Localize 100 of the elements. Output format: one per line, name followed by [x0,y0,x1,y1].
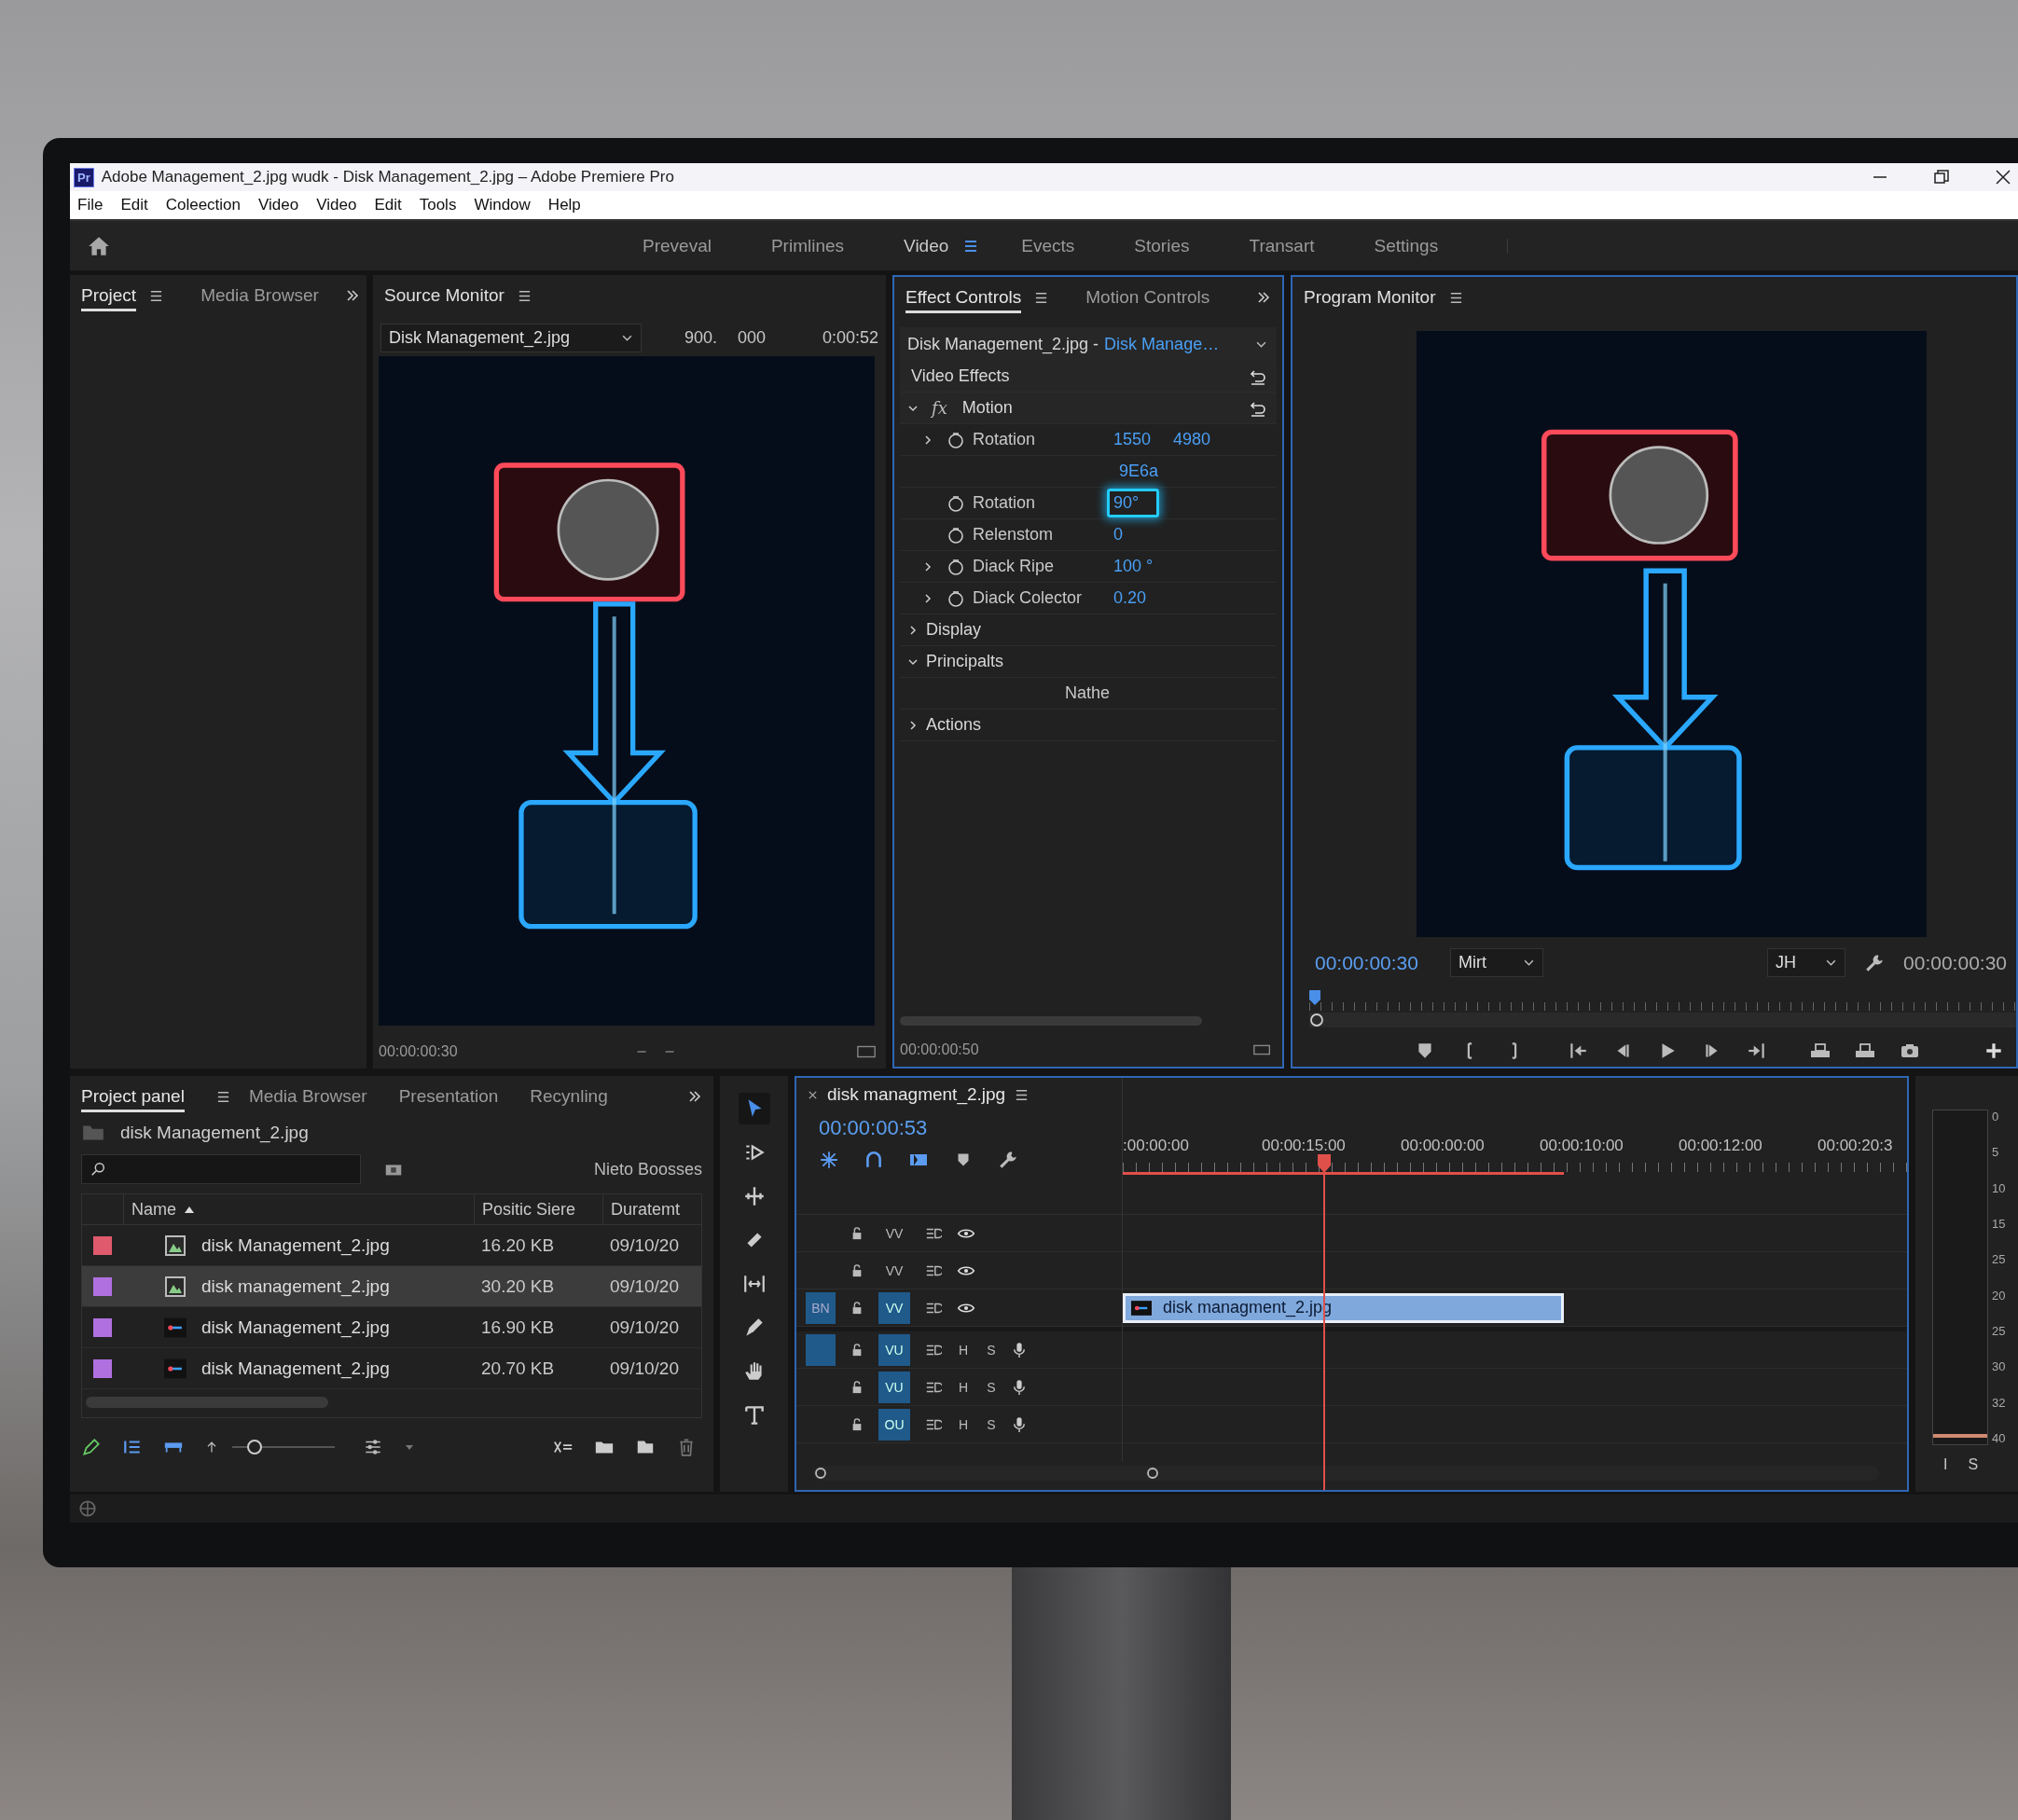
menu-item[interactable]: Window [474,196,531,214]
menu-icon[interactable] [149,288,164,303]
menu-icon[interactable] [215,1089,230,1104]
slider-thumb[interactable] [246,1440,262,1455]
clip-selector[interactable]: Disk Management_2.jpg - Disk Manage… [900,327,1277,361]
lock-icon[interactable] [850,1263,864,1277]
property-value[interactable]: 1550 [1107,425,1159,454]
menu-item[interactable]: Coleection [165,196,242,214]
scroll-handle-icon[interactable] [1145,1466,1160,1481]
chevron-right-icon[interactable] [907,624,919,636]
magnet-icon[interactable] [864,1150,884,1170]
menu-item[interactable]: Video [258,196,299,214]
nest-icon[interactable] [819,1150,839,1170]
wrench-icon[interactable] [1864,952,1886,973]
panel-tab[interactable]: Motion Controls [1085,282,1210,313]
close-icon[interactable] [1994,168,2012,186]
solo-toggle[interactable]: S [985,1416,998,1432]
lock-icon[interactable] [850,1417,864,1431]
chevron-right-icon[interactable] [922,434,933,446]
zoom-dropdown[interactable]: Mirt [1449,948,1543,977]
pencil-icon[interactable] [81,1437,102,1457]
sequence-timecode[interactable]: 00:00:00:53 [796,1111,1122,1145]
workspace-tab[interactable]: Settings [1374,235,1439,256]
double-chevron-icon[interactable] [687,1089,702,1104]
track-target[interactable]: VV [878,1217,910,1249]
sequence-link[interactable]: Disk Manage… [1104,334,1220,354]
panel-tab[interactable]: Presentation [398,1081,499,1112]
stopwatch-icon[interactable] [947,430,965,449]
label-swatch[interactable] [93,1276,112,1296]
track-target[interactable]: VV [878,1291,910,1324]
property-value[interactable]: 0 [1107,520,1159,549]
stopwatch-icon[interactable] [947,493,965,513]
mute-toggle[interactable]: H [957,1416,970,1432]
panel-tab[interactable]: Effect Controls [905,282,1022,313]
menu-icon[interactable] [963,238,979,254]
playhead-timecode[interactable]: 00:00:00:30 [1315,951,1418,974]
wrench-icon[interactable] [998,1150,1018,1170]
selection-tool-icon[interactable] [738,1093,770,1124]
column-header[interactable]: Duratemt [602,1194,701,1224]
lock-icon[interactable] [850,1301,864,1315]
horizontal-scrollbar[interactable] [813,1466,1879,1481]
property-value[interactable]: 4980 [1167,425,1219,454]
lock-icon[interactable] [850,1343,864,1357]
double-chevron-icon[interactable] [344,288,360,303]
property-value[interactable]: 9E6a [1113,457,1166,486]
menu-item[interactable]: Edit [374,196,402,214]
track-target[interactable]: VU [878,1371,910,1403]
panel-tab[interactable]: Media Browser [248,1081,367,1112]
scroll-handle-icon[interactable] [1309,1013,1324,1027]
solo-toggle[interactable]: S [985,1342,998,1358]
timeline-ruler[interactable] [1123,1163,1907,1172]
double-chevron-icon[interactable] [1256,290,1271,305]
menu-icon[interactable] [1034,290,1049,305]
mute-toggle[interactable]: H [957,1342,970,1358]
property-value[interactable]: 100 ° [1107,552,1160,581]
menu-item[interactable]: Help [547,196,581,214]
file-row[interactable]: disk Management_2.jpg 20.70 KB 09/10/20 [82,1348,701,1389]
property-value[interactable]: 90° [1107,489,1159,517]
stopwatch-icon[interactable] [947,525,965,545]
chevron-right-icon[interactable] [922,560,933,572]
playhead-icon[interactable] [1309,990,1320,1005]
workspace-tab[interactable]: Video [904,235,949,256]
scroll-handle-icon[interactable] [813,1466,828,1481]
zoom-scrollbar[interactable] [1309,1013,2016,1027]
label-swatch[interactable] [93,1317,112,1337]
track-target[interactable]: VU [878,1333,910,1366]
menu-item[interactable]: Tools [419,196,457,214]
workspace-tab[interactable]: Primlines [770,235,845,256]
search-field[interactable] [81,1154,361,1184]
sequence-tab[interactable]: disk managment_2.jpg [827,1084,1006,1105]
menu-item[interactable]: Video [316,196,357,214]
panel-tab[interactable]: Project [81,280,137,311]
label-swatch[interactable] [93,1358,112,1378]
menu-icon[interactable] [517,288,532,303]
lock-icon[interactable] [850,1226,864,1240]
chevron-right-icon[interactable] [922,592,933,604]
channel-button[interactable]: S [1968,1456,1979,1473]
horizontal-scrollbar[interactable] [86,1397,328,1408]
microphone-icon[interactable] [1013,1378,1026,1396]
file-row[interactable]: disk Management_2.jpg 16.90 KB 09/10/20 [82,1307,701,1348]
microphone-icon[interactable] [1013,1341,1026,1358]
restore-icon[interactable] [1932,168,1951,186]
track-target[interactable]: OU [878,1408,910,1441]
panel-tab[interactable]: Project panel [81,1081,185,1112]
panel-tab[interactable]: Media Browser [200,280,319,311]
solo-toggle[interactable]: S [985,1379,998,1395]
clip-dropdown[interactable]: Disk Management_2.jpg [380,324,642,352]
workspace-tab[interactable]: Transart [1249,235,1315,256]
quality-dropdown[interactable]: JH [1767,948,1846,977]
workspace-tab[interactable]: Stories [1134,235,1190,256]
workspace-tab[interactable]: Evects [1021,235,1075,256]
menu-icon[interactable] [1448,290,1463,305]
stopwatch-icon[interactable] [947,588,965,608]
microphone-icon[interactable] [1013,1415,1026,1433]
file-row[interactable]: disk management_2.jpg 30.20 KB 09/10/20 [82,1266,701,1307]
panel-tab[interactable]: Recynling [530,1081,608,1112]
menu-item[interactable]: Edit [120,196,148,214]
network-icon[interactable] [77,1498,98,1519]
label-swatch[interactable] [93,1235,112,1255]
column-header[interactable]: Name [123,1194,474,1224]
